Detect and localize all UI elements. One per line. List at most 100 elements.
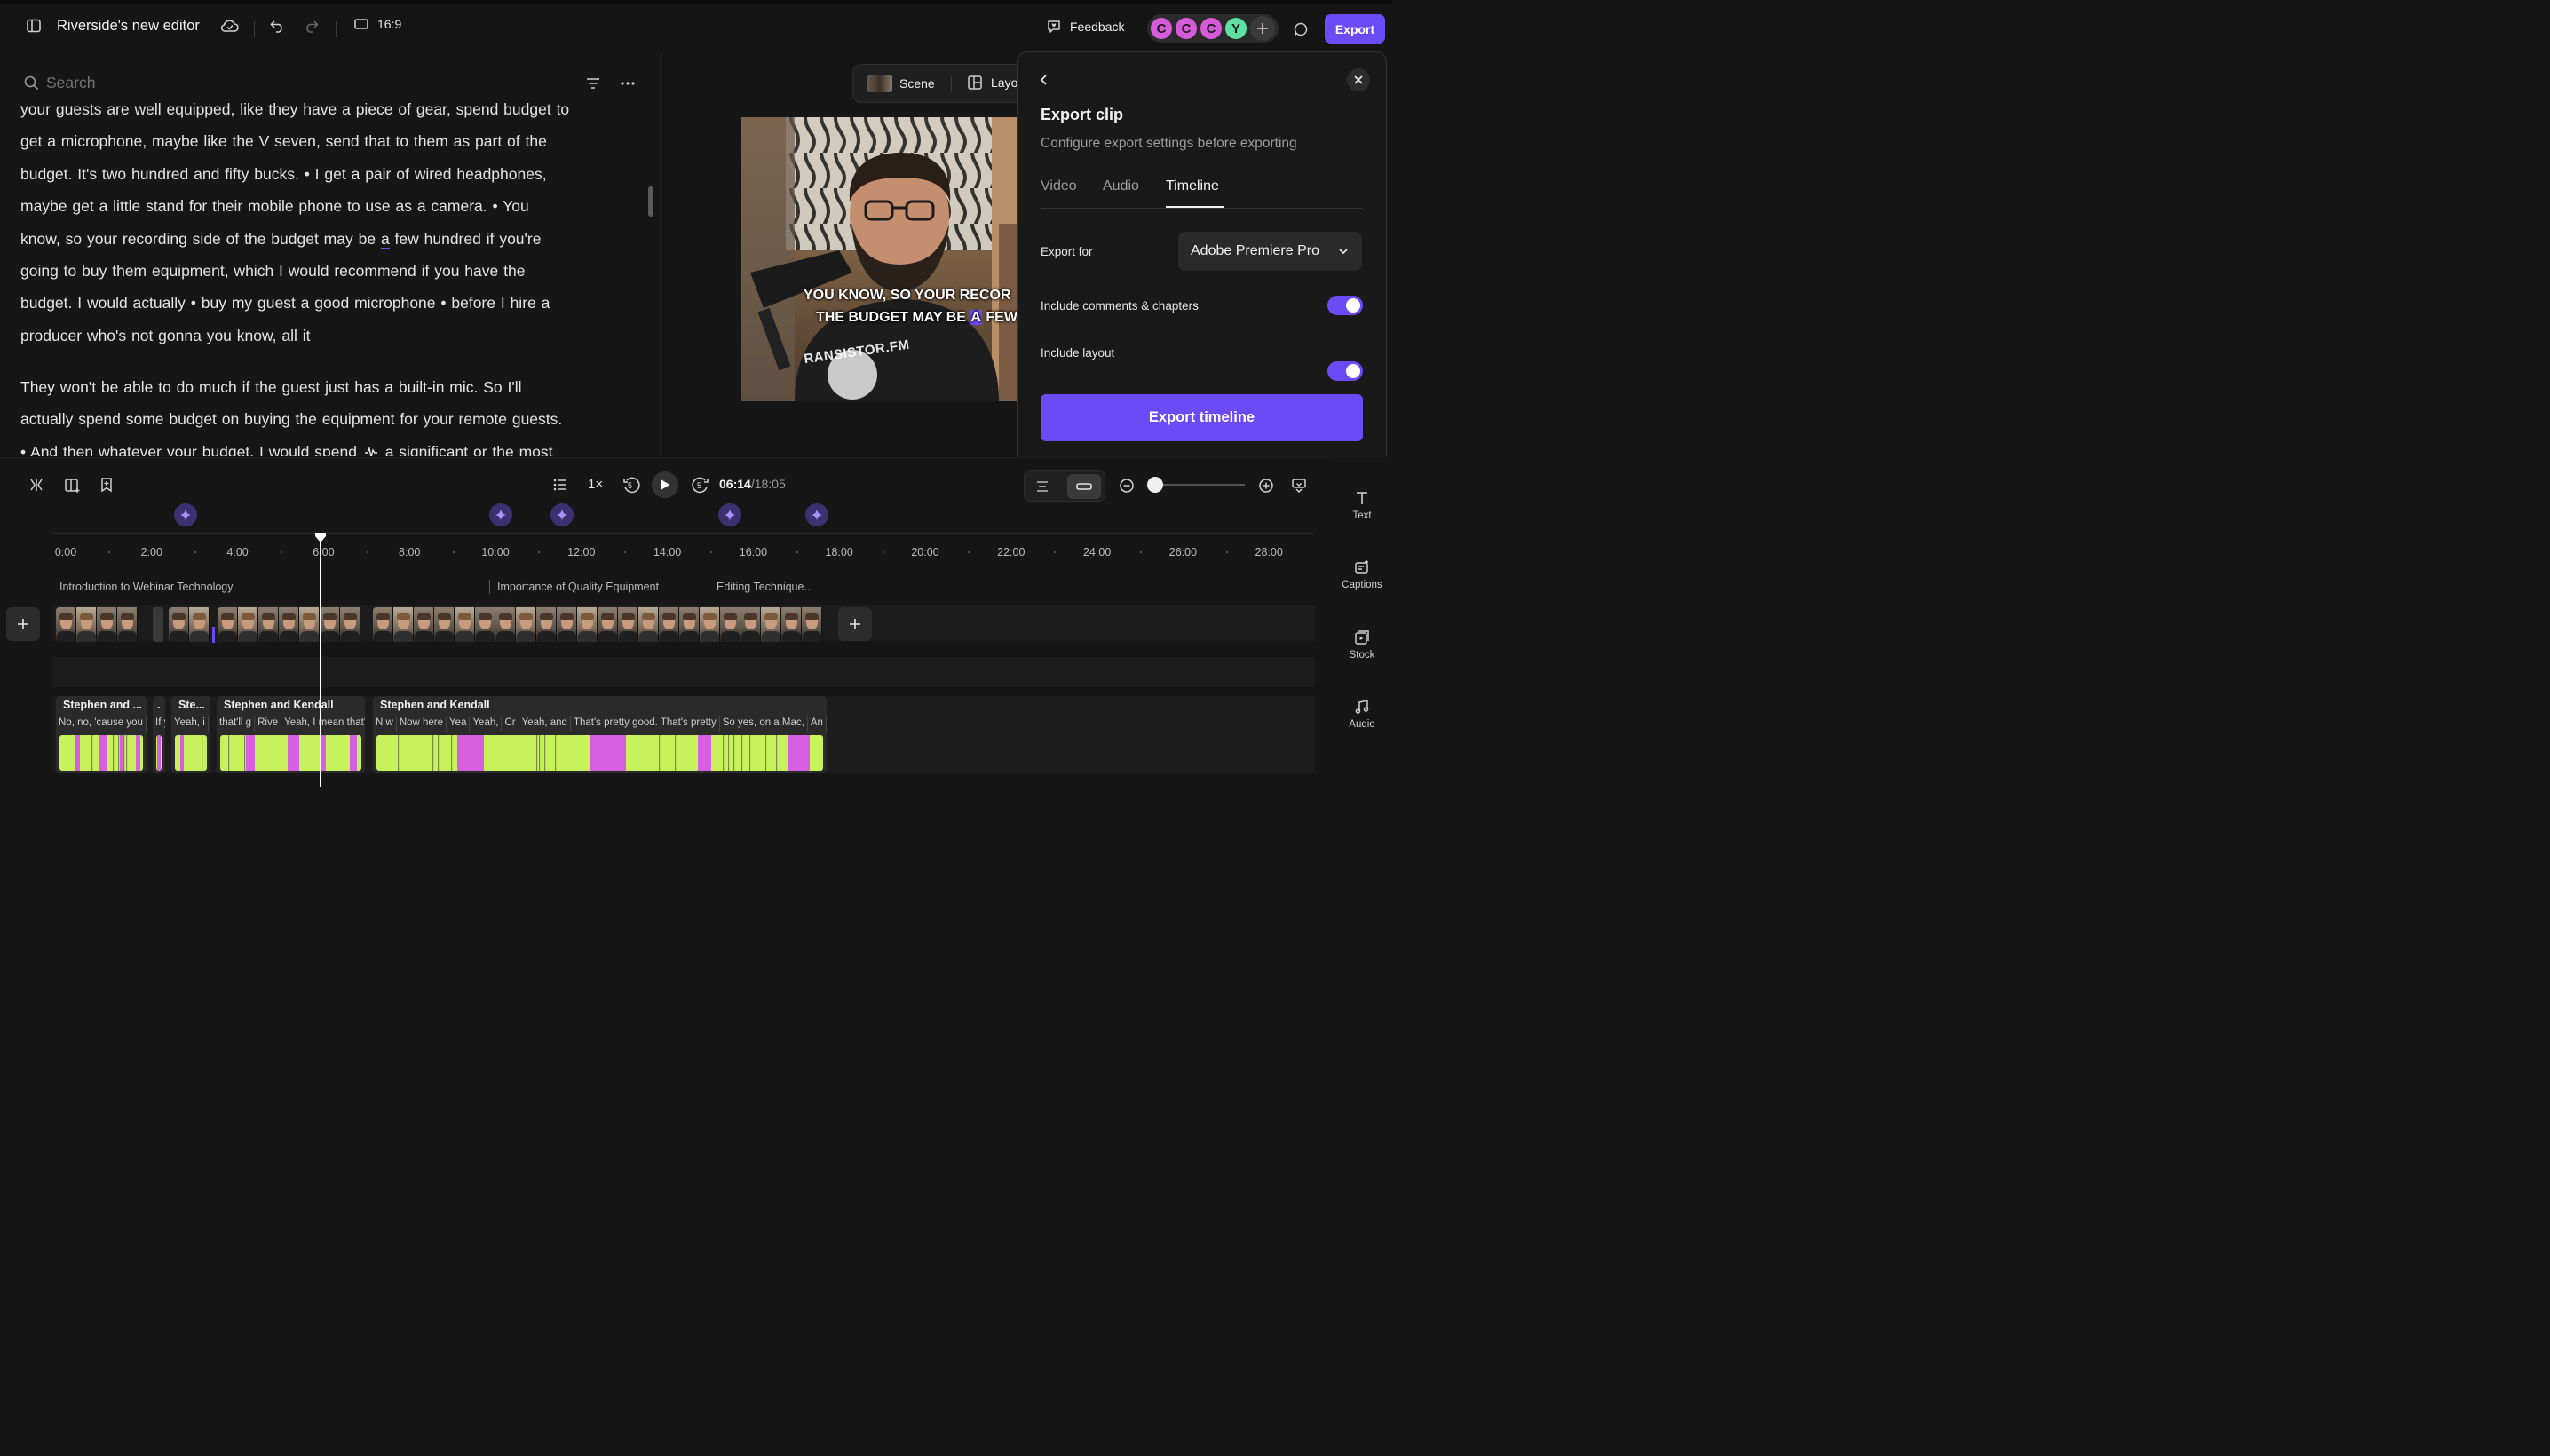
scene-thumbnail-icon <box>867 75 892 92</box>
ruler-tick-dot <box>710 551 712 553</box>
clip-snippet[interactable]: Yeah, <box>470 716 503 732</box>
plus-icon <box>850 619 860 629</box>
clip-snippet[interactable]: Yea <box>447 716 471 732</box>
redo-icon[interactable] <box>301 15 322 36</box>
export-for-select[interactable]: Adobe Premiere Pro <box>1178 232 1362 271</box>
chapter-label[interactable]: Introduction to Webinar Technology <box>59 581 234 593</box>
search-input[interactable] <box>46 71 543 94</box>
export-button[interactable]: Export <box>1325 14 1385 44</box>
rail-item-captions[interactable]: Captions <box>1332 559 1392 590</box>
clip-snippet[interactable]: Yeah, and <box>519 716 571 732</box>
chapter-label[interactable]: Editing Technique... <box>717 581 813 593</box>
include-layout-toggle[interactable] <box>1327 361 1363 381</box>
transcript-line: maybe get a little stand for their mobil… <box>20 197 529 216</box>
avatar-list: CCCY <box>1149 16 1248 41</box>
avatar[interactable]: C <box>1199 16 1224 41</box>
captions-icon <box>1355 560 1368 574</box>
transcript-paragraph[interactable]: your guests are well equipped, like they… <box>20 93 642 352</box>
clip-snippet[interactable]: That's pretty good. That's pretty <box>571 716 720 732</box>
audio-waveform <box>156 735 162 771</box>
chapter-label[interactable]: Importance of Quality Equipment <box>497 581 659 593</box>
tab-video[interactable]: Video <box>1041 178 1077 194</box>
waveform-cut-region <box>698 735 711 771</box>
transcript-line: going to buy them equipment, which I wou… <box>20 262 526 281</box>
clip-title: Stephen and ... <box>63 699 142 711</box>
playhead-line[interactable] <box>320 534 321 787</box>
clip-snippet[interactable]: Now here <box>397 716 447 732</box>
audio-waveform <box>175 735 207 771</box>
add-collaborator-button[interactable] <box>1250 16 1275 41</box>
add-clip-button[interactable] <box>838 607 872 641</box>
audio-clip[interactable]: Stephen and Kendall N w Now here Yea Yeah, C… <box>373 696 827 773</box>
audio-clip[interactable]: Ste... Yeah, i <box>171 696 210 773</box>
audio-clip[interactable]: Stephen and ... No, no, 'cause you <box>56 696 147 773</box>
clip-snippet[interactable]: Cr <box>502 716 519 732</box>
video-thumbnail <box>320 607 340 642</box>
avatar[interactable]: C <box>1149 16 1174 41</box>
rail-item-stock[interactable]: Stock <box>1332 629 1392 661</box>
clip-snippet[interactable]: that'll g <box>217 716 256 732</box>
playhead-handle[interactable] <box>314 533 327 543</box>
video-clip-small[interactable] <box>153 607 163 642</box>
project-title[interactable]: Riverside's new editor <box>57 18 200 35</box>
transcript-panel: your guests are well equipped, like they… <box>0 53 659 456</box>
feedback-button[interactable]: Feedback <box>1046 15 1124 38</box>
clip-snippet[interactable]: Yeah, I mean that's <box>281 716 365 732</box>
tab-timeline[interactable]: Timeline <box>1166 178 1219 194</box>
video-clip-thumbnails[interactable] <box>218 607 365 642</box>
video-clip-thumbnails[interactable] <box>373 607 830 642</box>
clip-snippet[interactable]: Yeah, i <box>171 716 209 732</box>
transcript-line: producer who's not gonna you know, all i… <box>20 326 311 344</box>
audio-clip[interactable]: Stephen and Kendall that'll g Rive Yeah, I… <box>217 696 365 773</box>
text-icon <box>1357 492 1367 504</box>
close-icon[interactable] <box>1347 68 1370 91</box>
waveform-gap <box>432 735 434 771</box>
clip-snippet[interactable]: No, no, 'cause you <box>56 716 147 732</box>
avatar[interactable]: C <box>1174 16 1199 41</box>
video-thumbnail <box>279 607 299 642</box>
video-clip-thumbnails[interactable] <box>169 607 210 642</box>
rail-item-audio[interactable]: Audio <box>1332 699 1392 730</box>
ruler-tick-dot <box>366 551 368 553</box>
rail-item-text[interactable]: Text <box>1332 490 1392 521</box>
waveform-cut-region <box>457 735 484 771</box>
time-ruler[interactable]: 0:00 2:00 4:00 6:00 8:00 10:00 12:00 14:00 16:00… <box>0 458 1332 565</box>
video-preview[interactable]: RANSISTOR.FM YOU KNOW, SO YOUR RECOR THE… <box>741 117 1022 401</box>
waveform-gap <box>451 735 453 771</box>
clip-snippets: N w Now here Yea Yeah, Cr Yeah, and That's pre… <box>373 716 827 732</box>
clip-snippet[interactable]: Rive <box>255 716 282 732</box>
audio-clip[interactable]: . If y <box>153 696 165 773</box>
more-options-icon[interactable] <box>618 74 638 93</box>
layout-button[interactable]: Layo <box>967 75 1018 91</box>
waveform-gap <box>723 735 725 771</box>
feedback-icon <box>1048 20 1060 33</box>
waveform-gap <box>544 735 546 771</box>
back-chevron-icon[interactable] <box>1035 71 1053 89</box>
video-clip-thumbnails[interactable] <box>56 607 147 642</box>
overlay-track[interactable] <box>52 657 1315 687</box>
clip-snippets: Yeah, i <box>171 716 210 732</box>
transcript-scrollbar[interactable] <box>648 186 653 217</box>
clip-snippet[interactable]: N w <box>373 716 397 732</box>
clip-snippet[interactable]: If y <box>153 716 165 732</box>
transcript-line: budget. I would actually • buy my guest … <box>20 294 550 313</box>
waveform-gap <box>113 735 115 771</box>
export-timeline-button[interactable]: Export timeline <box>1041 394 1363 441</box>
scene-label: Scene <box>899 76 935 91</box>
undo-icon[interactable] <box>266 15 288 36</box>
clip-snippet[interactable]: So yes, on a Mac, <box>720 716 808 732</box>
clip-snippet[interactable]: An <box>808 716 827 732</box>
include-comments-toggle[interactable] <box>1327 296 1363 315</box>
comments-button[interactable] <box>1287 16 1314 43</box>
tab-audio[interactable]: Audio <box>1103 178 1139 194</box>
aspect-ratio-button[interactable]: 16:9 <box>353 16 401 32</box>
sidebar-toggle-icon[interactable] <box>23 15 44 36</box>
audio-waveform <box>376 735 823 771</box>
filter-icon[interactable] <box>583 74 603 93</box>
add-track-button[interactable] <box>6 607 40 641</box>
video-thumbnail <box>238 607 258 642</box>
transcript-paragraph[interactable]: They won't be able to do much if the gue… <box>20 371 642 456</box>
avatar[interactable]: Y <box>1224 16 1248 41</box>
scene-button[interactable]: Scene <box>867 75 935 92</box>
ruler-tick-label: 20:00 <box>911 546 939 558</box>
